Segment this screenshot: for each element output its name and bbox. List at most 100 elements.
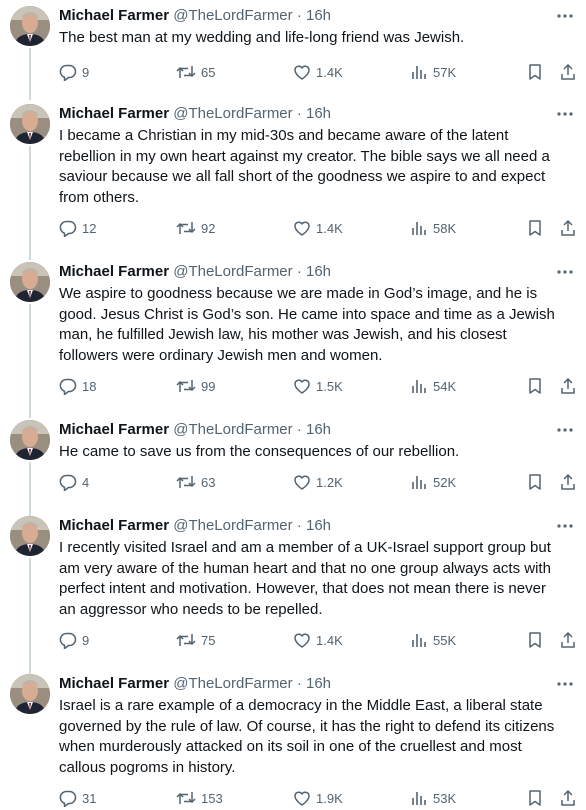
bookmark-button[interactable] <box>527 62 543 82</box>
reply-button[interactable]: 9 <box>59 62 89 82</box>
author-name[interactable]: Michael Farmer <box>59 7 169 24</box>
avatar[interactable] <box>10 516 50 556</box>
share-button[interactable] <box>559 218 577 238</box>
more-icon[interactable] <box>556 518 574 534</box>
bookmark-button[interactable] <box>527 218 543 238</box>
author-handle[interactable]: @TheLordFarmer <box>173 675 292 692</box>
avatar[interactable] <box>10 104 50 144</box>
heart-icon <box>294 791 310 806</box>
timestamp[interactable]: 16h <box>306 7 331 24</box>
separator: · <box>296 517 302 534</box>
timestamp[interactable]: 16h <box>306 105 331 122</box>
share-icon <box>561 219 575 236</box>
bookmark-button[interactable] <box>527 472 543 492</box>
author-handle[interactable]: @TheLordFarmer <box>173 421 292 438</box>
author-name[interactable]: Michael Farmer <box>59 517 169 534</box>
reply-button[interactable]: 12 <box>59 218 96 238</box>
more-icon[interactable] <box>556 422 574 438</box>
author-name[interactable]: Michael Farmer <box>59 105 169 122</box>
tweet[interactable]: Michael Farmer @TheLordFarmer · 16h I be… <box>0 104 586 260</box>
like-button[interactable]: 1.2K <box>293 472 343 492</box>
heart-icon <box>294 475 310 490</box>
views-icon <box>412 66 426 79</box>
more-icon[interactable] <box>556 676 574 692</box>
views-icon <box>412 380 426 393</box>
views-button[interactable]: 54K <box>410 376 456 396</box>
author-handle[interactable]: @TheLordFarmer <box>173 263 292 280</box>
tweet[interactable]: Michael Farmer @TheLordFarmer · 16h We a… <box>0 262 586 418</box>
timestamp[interactable]: 16h <box>306 421 331 438</box>
share-icon <box>561 63 575 80</box>
share-button[interactable] <box>559 630 577 650</box>
like-count: 1.4K <box>316 220 343 236</box>
avatar[interactable] <box>10 6 50 46</box>
author-handle[interactable]: @TheLordFarmer <box>173 7 292 24</box>
repost-icon <box>176 380 196 392</box>
author-name[interactable]: Michael Farmer <box>59 263 169 280</box>
views-button[interactable]: 58K <box>410 218 456 238</box>
views-button[interactable]: 52K <box>410 472 456 492</box>
tweet-actions: 18 99 1.5K 54K <box>59 376 579 396</box>
reply-icon <box>59 378 77 395</box>
share-button[interactable] <box>559 788 577 808</box>
reply-button[interactable]: 18 <box>59 376 96 396</box>
timestamp[interactable]: 16h <box>306 517 331 534</box>
like-button[interactable]: 1.9K <box>293 788 343 808</box>
more-icon[interactable] <box>556 8 574 24</box>
views-icon <box>412 792 426 805</box>
bookmark-icon <box>529 220 541 236</box>
like-button[interactable]: 1.5K <box>293 376 343 396</box>
bookmark-button[interactable] <box>527 788 543 808</box>
repost-button[interactable]: 65 <box>176 62 215 82</box>
tweet[interactable]: Michael Farmer @TheLordFarmer · 16h Isra… <box>0 674 586 810</box>
repost-button[interactable]: 153 <box>176 788 223 808</box>
repost-button[interactable]: 75 <box>176 630 215 650</box>
separator: · <box>296 105 302 122</box>
timestamp[interactable]: 16h <box>306 675 331 692</box>
repost-button[interactable]: 63 <box>176 472 215 492</box>
avatar[interactable] <box>10 420 50 460</box>
more-icon[interactable] <box>556 106 574 122</box>
author-name[interactable]: Michael Farmer <box>59 421 169 438</box>
views-icon <box>412 634 426 647</box>
repost-icon <box>176 66 196 78</box>
like-count: 1.4K <box>316 64 343 80</box>
views-button[interactable]: 55K <box>410 630 456 650</box>
reply-button[interactable]: 9 <box>59 630 89 650</box>
repost-button[interactable]: 99 <box>176 376 215 396</box>
views-button[interactable]: 53K <box>410 788 456 808</box>
author-name[interactable]: Michael Farmer <box>59 675 169 692</box>
reply-button[interactable]: 4 <box>59 472 89 492</box>
like-button[interactable]: 1.4K <box>293 62 343 82</box>
avatar[interactable] <box>10 674 50 714</box>
bookmark-button[interactable] <box>527 630 543 650</box>
repost-count: 99 <box>201 378 216 394</box>
reply-icon <box>59 220 77 237</box>
share-button[interactable] <box>559 472 577 492</box>
repost-count: 75 <box>201 632 216 648</box>
avatar[interactable] <box>10 262 50 302</box>
thread-connector <box>29 48 31 100</box>
author-handle[interactable]: @TheLordFarmer <box>173 105 292 122</box>
like-button[interactable]: 1.4K <box>293 218 343 238</box>
reply-button[interactable]: 31 <box>59 788 96 808</box>
bookmark-icon <box>529 790 541 806</box>
heart-icon <box>294 65 310 80</box>
share-button[interactable] <box>559 62 577 82</box>
like-button[interactable]: 1.4K <box>293 630 343 650</box>
tweet[interactable]: Michael Farmer @TheLordFarmer · 16h The … <box>0 6 586 100</box>
tweet[interactable]: Michael Farmer @TheLordFarmer · 16h He c… <box>0 420 586 516</box>
views-button[interactable]: 57K <box>410 62 456 82</box>
views-icon <box>412 222 426 235</box>
repost-button[interactable]: 92 <box>176 218 215 238</box>
share-button[interactable] <box>559 376 577 396</box>
tweet-header: Michael Farmer @TheLordFarmer · 16h <box>59 420 331 440</box>
more-icon[interactable] <box>556 264 574 280</box>
tweet-actions: 9 75 1.4K 55K <box>59 630 579 650</box>
author-handle[interactable]: @TheLordFarmer <box>173 517 292 534</box>
timestamp[interactable]: 16h <box>306 263 331 280</box>
bookmark-button[interactable] <box>527 376 543 396</box>
like-count: 1.2K <box>316 474 343 490</box>
repost-icon <box>176 222 196 234</box>
tweet[interactable]: Michael Farmer @TheLordFarmer · 16h I re… <box>0 516 586 674</box>
